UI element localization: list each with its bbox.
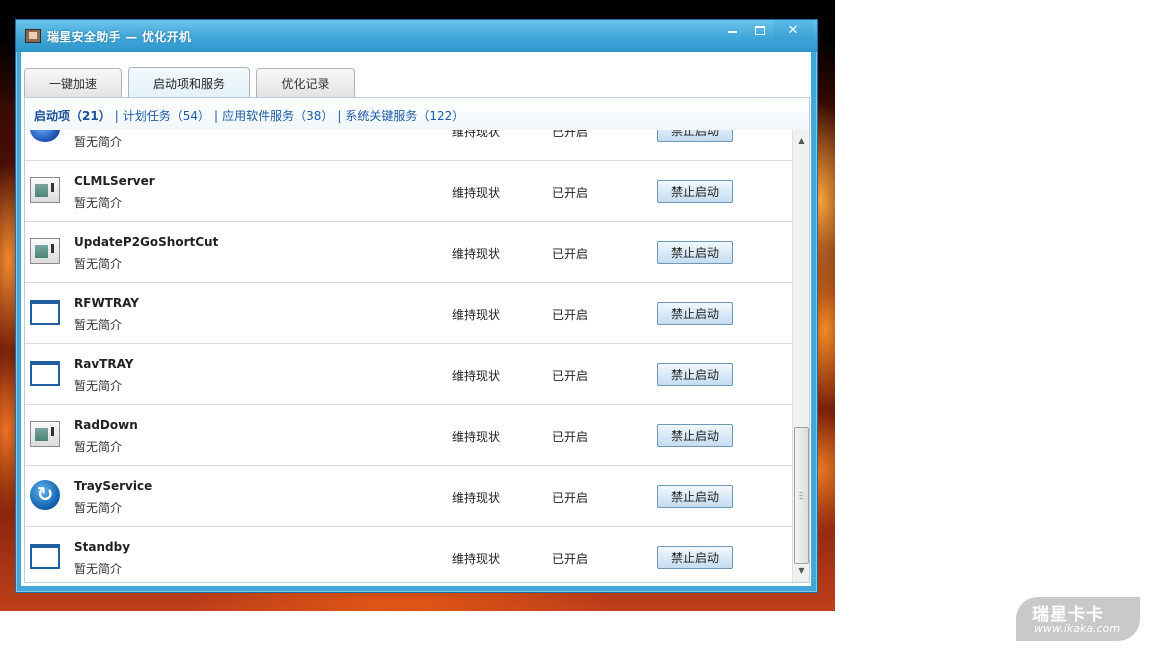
grip-icon: – – – — [799, 488, 803, 503]
item-description: 暂无简介 — [74, 196, 123, 210]
maximize-button[interactable] — [746, 20, 773, 40]
item-state: 已开启 — [552, 308, 589, 322]
disable-startup-button[interactable]: 禁止启动 — [657, 241, 733, 264]
list-item: Standby 暂无简介 维持现状 已开启 禁止启动 — [25, 527, 792, 582]
vertical-scrollbar[interactable]: ▲ – – – ▼ — [792, 130, 809, 582]
scrollbar-thumb[interactable]: – – – — [794, 427, 809, 564]
item-state: 已开启 — [552, 552, 589, 566]
item-description: 暂无简介 — [74, 440, 123, 454]
nav-scheduled-tasks[interactable]: 计划任务（54） — [123, 109, 210, 123]
close-button[interactable]: ✕ — [773, 20, 813, 40]
tab-optimize-history[interactable]: 优化记录 — [256, 68, 355, 97]
item-action: 维持现状 — [452, 552, 501, 566]
item-action: 维持现状 — [452, 430, 501, 444]
list-item: RadDown 暂无简介 维持现状 已开启 禁止启动 — [25, 405, 792, 466]
document-icon — [30, 421, 60, 447]
item-description: 暂无简介 — [74, 562, 123, 576]
item-name: TrayService — [74, 479, 153, 493]
disable-startup-button[interactable]: 禁止启动 — [657, 302, 733, 325]
minimize-icon — [728, 31, 737, 33]
globe-icon — [30, 130, 60, 142]
item-state: 已开启 — [552, 247, 589, 261]
startup-list-rows: 暂无简介 维持现状 已开启 禁止启动 CLMLServer 暂无简介 维持现状 … — [25, 130, 792, 582]
item-state: 已开启 — [552, 130, 589, 139]
item-state: 已开启 — [552, 491, 589, 505]
watermark-url: www.ikaka.com — [1034, 622, 1121, 635]
nav-separator: | — [114, 109, 119, 123]
scroll-down-arrow-icon[interactable]: ▼ — [793, 562, 809, 579]
minimize-button[interactable] — [719, 20, 746, 40]
window-icon — [30, 544, 60, 569]
item-state: 已开启 — [552, 430, 589, 444]
item-state: 已开启 — [552, 369, 589, 383]
list-item: RavTRAY 暂无简介 维持现状 已开启 禁止启动 — [25, 344, 792, 405]
window-icon — [30, 300, 60, 325]
window-title: 瑞星安全助手 — 优化开机 — [47, 30, 192, 44]
document-icon — [30, 238, 60, 264]
item-action: 维持现状 — [452, 130, 501, 139]
item-description: 暂无简介 — [74, 135, 123, 149]
sync-icon — [30, 480, 60, 510]
maximize-icon — [754, 25, 765, 35]
item-name: RFWTRAY — [74, 296, 139, 310]
item-description: 暂无简介 — [74, 379, 123, 393]
list-item: RFWTRAY 暂无简介 维持现状 已开启 禁止启动 — [25, 283, 792, 344]
main-window: 瑞星安全助手 — 优化开机 ✕ 一键加速 启动项和服务 优化记录 启动项（21）… — [15, 19, 818, 593]
item-name: RadDown — [74, 418, 138, 432]
list-item: UpdateP2GoShortCut 暂无简介 维持现状 已开启 禁止启动 — [25, 222, 792, 283]
disable-startup-button[interactable]: 禁止启动 — [657, 130, 733, 142]
list-item: 暂无简介 维持现状 已开启 禁止启动 — [25, 130, 792, 161]
category-nav: 启动项（21） | 计划任务（54） | 应用软件服务（38） | 系统关键服务（122） — [24, 97, 810, 131]
window-icon — [30, 361, 60, 386]
item-description: 暂无简介 — [74, 501, 123, 515]
nav-separator: | — [337, 109, 342, 123]
item-description: 暂无简介 — [74, 257, 123, 271]
item-description: 暂无简介 — [74, 318, 123, 332]
item-state: 已开启 — [552, 186, 589, 200]
item-action: 维持现状 — [452, 369, 501, 383]
disable-startup-button[interactable]: 禁止启动 — [657, 546, 733, 569]
nav-separator: | — [214, 109, 219, 123]
scroll-up-arrow-icon[interactable]: ▲ — [793, 132, 809, 149]
nav-system-services[interactable]: 系统关键服务（122） — [345, 109, 464, 123]
tab-one-click-speedup[interactable]: 一键加速 — [24, 68, 122, 97]
list-item: TrayService 暂无简介 维持现状 已开启 禁止启动 — [25, 466, 792, 527]
item-name: CLMLServer — [74, 174, 155, 188]
item-action: 维持现状 — [452, 491, 501, 505]
nav-startup-items[interactable]: 启动项（21） — [34, 109, 111, 123]
disable-startup-button[interactable]: 禁止启动 — [657, 424, 733, 447]
disable-startup-button[interactable]: 禁止启动 — [657, 485, 733, 508]
item-action: 维持现状 — [452, 186, 501, 200]
item-name: Standby — [74, 540, 131, 554]
disable-startup-button[interactable]: 禁止启动 — [657, 363, 733, 386]
item-name: UpdateP2GoShortCut — [74, 235, 219, 249]
watermark-logo: 瑞星卡卡 www.ikaka.com — [1016, 597, 1140, 641]
item-action: 维持现状 — [452, 308, 501, 322]
title-bar[interactable]: 瑞星安全助手 — 优化开机 ✕ — [16, 20, 817, 52]
nav-app-services[interactable]: 应用软件服务（38） — [222, 109, 333, 123]
tab-startup-and-services[interactable]: 启动项和服务 — [128, 67, 250, 98]
item-name: RavTRAY — [74, 357, 134, 371]
list-item: CLMLServer 暂无简介 维持现状 已开启 禁止启动 — [25, 161, 792, 222]
client-area: 一键加速 启动项和服务 优化记录 启动项（21） | 计划任务（54） | 应用软件服务… — [21, 52, 811, 586]
disable-startup-button[interactable]: 禁止启动 — [657, 180, 733, 203]
document-icon — [30, 177, 60, 203]
app-icon — [25, 29, 41, 43]
close-icon: ✕ — [787, 22, 799, 38]
item-action: 维持现状 — [452, 247, 501, 261]
startup-list: 暂无简介 维持现状 已开启 禁止启动 CLMLServer 暂无简介 维持现状 … — [24, 130, 810, 583]
